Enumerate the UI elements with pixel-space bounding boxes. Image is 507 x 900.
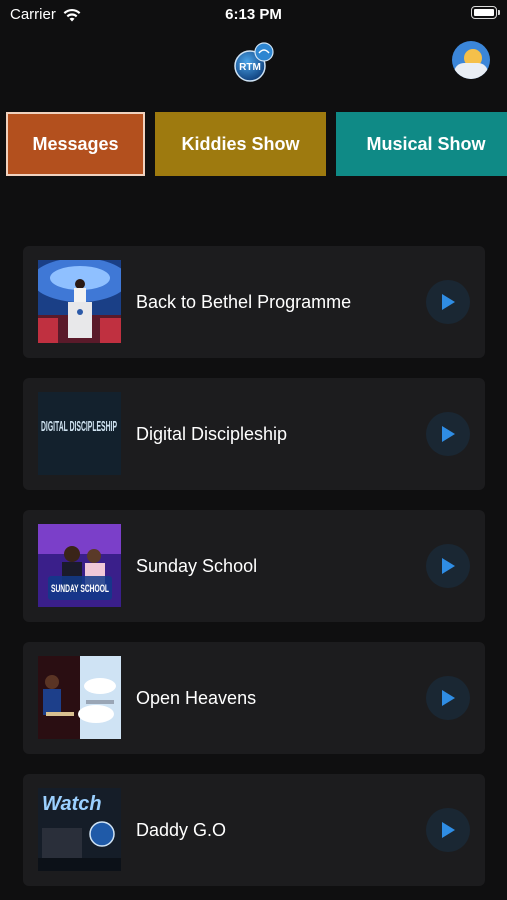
item-title: Sunday School bbox=[136, 555, 258, 576]
play-button[interactable] bbox=[426, 808, 470, 852]
thumbnail-image: Watch bbox=[38, 788, 121, 871]
thumbnail-text: Watch bbox=[42, 793, 102, 815]
list-item[interactable]: DIGITAL DISCIPLESHIP Digital Discipleshi… bbox=[23, 378, 485, 490]
thumbnail-text: SUNDAY SCHOOL bbox=[51, 583, 109, 595]
tab-musical-show[interactable]: Musical Show bbox=[336, 112, 507, 176]
list-item[interactable]: SUNDAY SCHOOL Sunday School bbox=[23, 510, 485, 622]
list-item[interactable]: Back to Bethel Programme bbox=[23, 246, 485, 358]
play-icon bbox=[442, 822, 455, 838]
app-header: RTM bbox=[0, 36, 507, 86]
thumbnail-text: DIGITAL DISCIPLESHIP bbox=[41, 418, 117, 435]
play-button[interactable] bbox=[426, 412, 470, 456]
list-item[interactable]: Open Heavens bbox=[23, 642, 485, 754]
status-bar: Carrier 6:13 PM bbox=[0, 0, 507, 30]
battery-icon bbox=[471, 6, 500, 19]
play-button[interactable] bbox=[426, 676, 470, 720]
logo-text: RTM bbox=[239, 62, 261, 73]
profile-weather-icon[interactable] bbox=[452, 41, 490, 79]
tab-kiddies-show[interactable]: Kiddies Show bbox=[155, 112, 326, 176]
play-icon bbox=[442, 294, 455, 310]
thumbnail-image: DIGITAL DISCIPLESHIP bbox=[38, 392, 121, 475]
thumbnail-image bbox=[38, 656, 121, 739]
play-icon bbox=[442, 426, 455, 442]
tab-messages[interactable]: Messages bbox=[6, 112, 145, 176]
play-icon bbox=[442, 558, 455, 574]
item-title: Back to Bethel Programme bbox=[136, 291, 352, 312]
thumbnail-image bbox=[38, 260, 121, 343]
category-tabs: Messages Kiddies Show Musical Show bbox=[0, 110, 507, 180]
item-title: Digital Discipleship bbox=[136, 423, 288, 444]
thumbnail-image: SUNDAY SCHOOL bbox=[38, 524, 121, 607]
play-button[interactable] bbox=[426, 280, 470, 324]
play-icon bbox=[442, 690, 455, 706]
status-time: 6:13 PM bbox=[225, 6, 282, 23]
rtm-logo-icon[interactable]: RTM bbox=[233, 41, 275, 83]
item-title: Open Heavens bbox=[136, 687, 257, 708]
play-button[interactable] bbox=[426, 544, 470, 588]
list-item[interactable]: Watch Daddy G.O bbox=[23, 774, 485, 886]
item-title: Daddy G.O bbox=[136, 819, 227, 840]
